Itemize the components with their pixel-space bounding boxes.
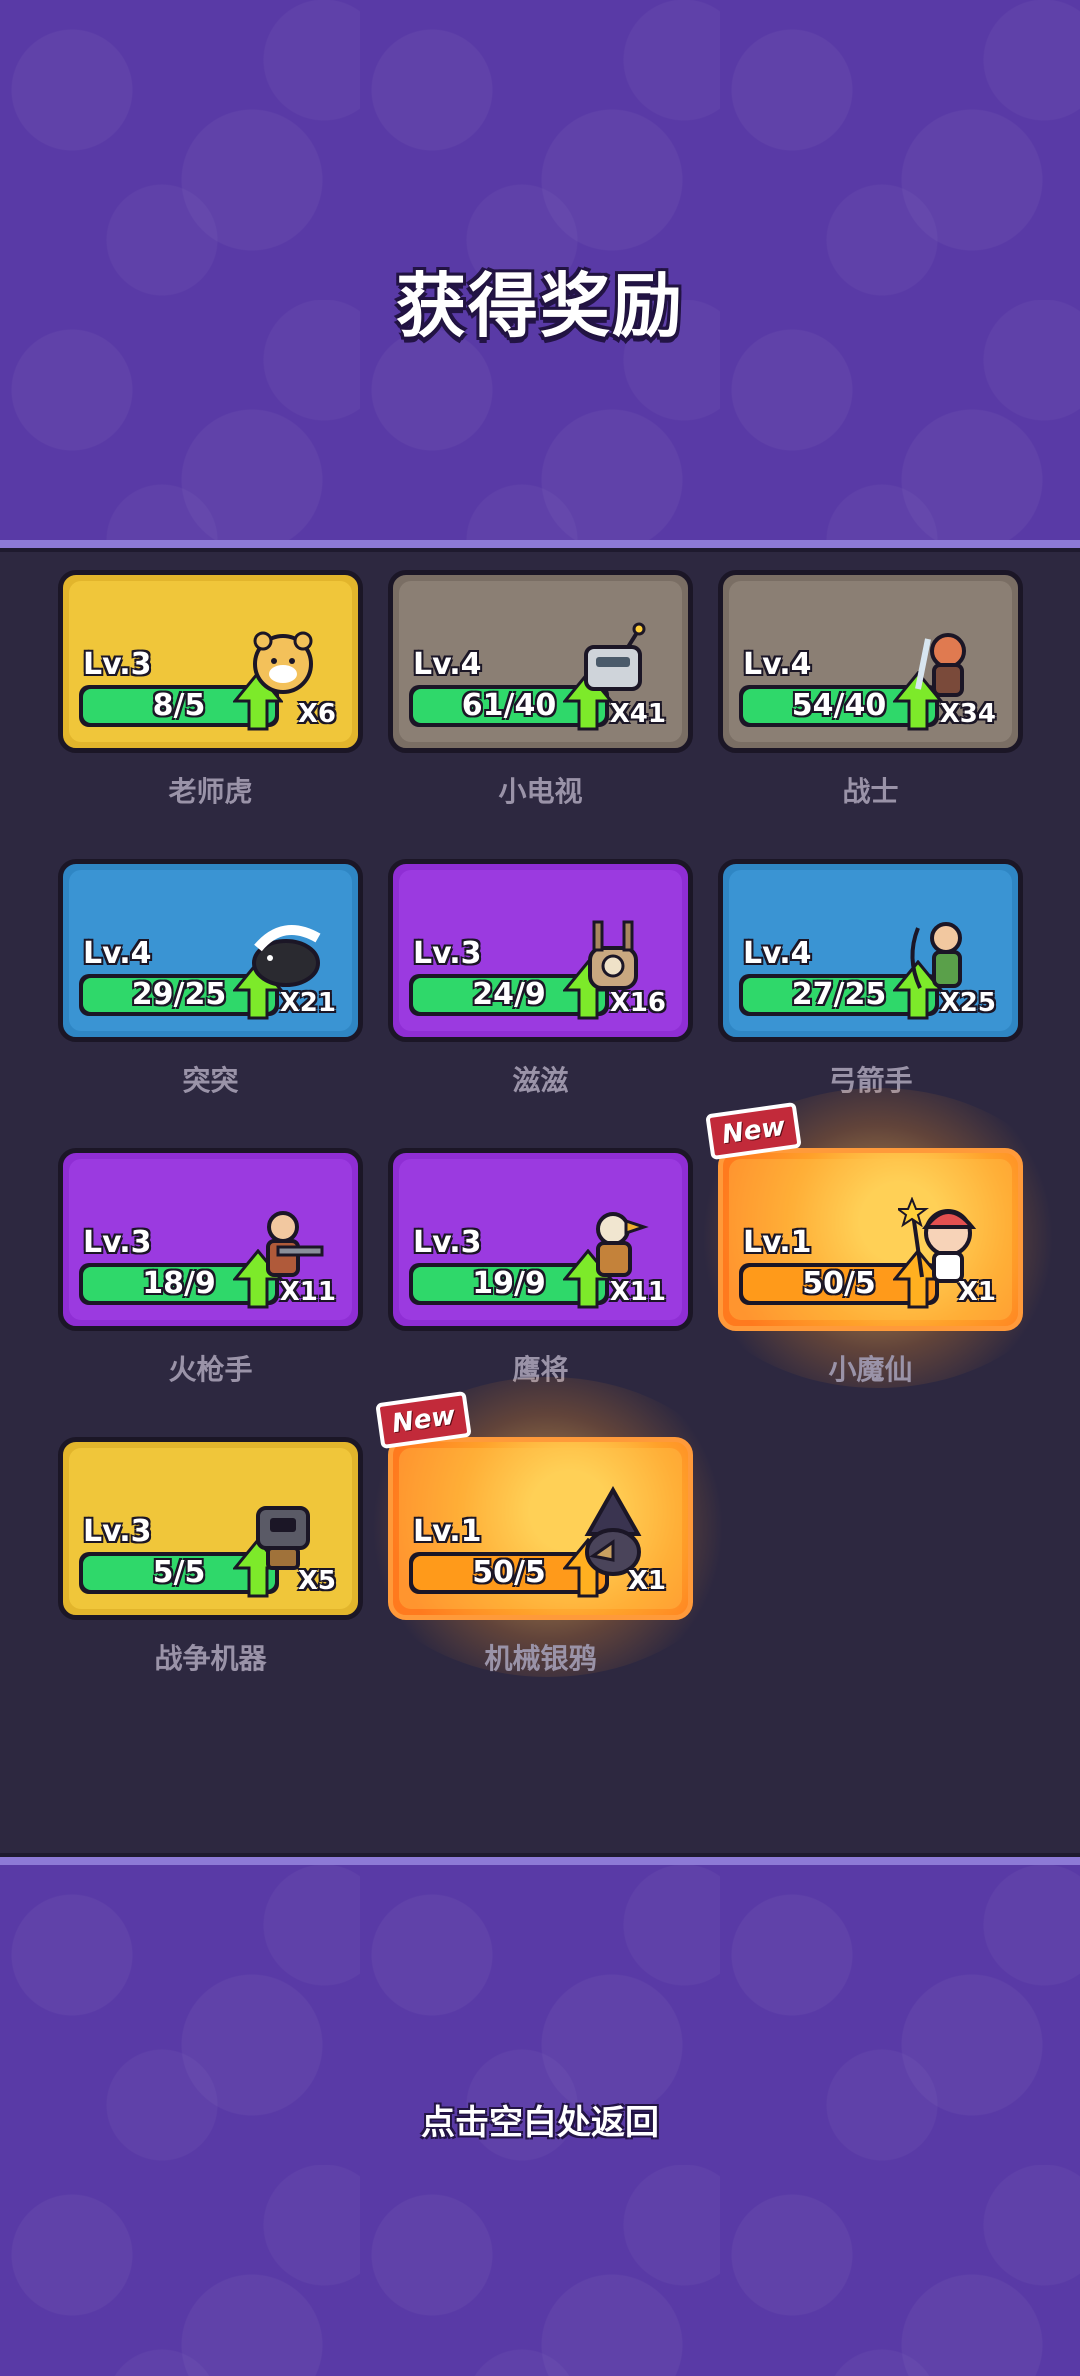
reward-card-frame: Lv.4 61/40 X41 xyxy=(388,570,693,753)
archer-icon xyxy=(910,922,962,989)
reward-card-frame: Lv.4 27/25 X25 xyxy=(718,859,1023,1042)
reward-card-frame: Lv.1 50/5 X1 xyxy=(718,1148,1023,1331)
reward-card-frame: Lv.3 8/5 X6 xyxy=(58,570,363,753)
card-count: X25 xyxy=(939,988,996,1018)
hero-name: 战士 xyxy=(842,775,899,808)
card-count: X1 xyxy=(627,1566,666,1596)
rewards-panel: Lv.3 8/5 X6 老师虎 Lv.4 61/40 X41 小电视 Lv.4 54/40 X34 战… xyxy=(0,540,1080,1865)
card-count: X6 xyxy=(297,699,336,729)
hero-name: 滋滋 xyxy=(512,1064,569,1097)
hero-name: 突突 xyxy=(182,1064,239,1097)
reward-card-frame: Lv.3 18/9 X11 xyxy=(58,1148,363,1331)
card-count: X21 xyxy=(279,988,336,1018)
hero-name: 小魔仙 xyxy=(828,1353,913,1386)
hero-level: Lv.4 xyxy=(743,647,812,682)
card-count: X1 xyxy=(957,1277,996,1307)
hero-name: 老师虎 xyxy=(168,775,253,808)
hero-level: Lv.4 xyxy=(743,936,812,971)
hero-name: 小电视 xyxy=(498,775,583,808)
reward-card-frame: Lv.4 29/25 X21 xyxy=(58,859,363,1042)
card-count: X16 xyxy=(609,988,666,1018)
tap-to-return-hint[interactable]: 点击空白处返回 xyxy=(0,2095,1080,2144)
eagle-general-icon xyxy=(596,1212,649,1277)
page-title: 获得奖励 xyxy=(396,265,684,347)
skunk-icon xyxy=(252,925,321,987)
hero-level: Lv.3 xyxy=(413,936,482,971)
reward-card-frame: Lv.1 50/5 X1 xyxy=(388,1437,693,1620)
warrior-icon xyxy=(915,633,966,697)
gunner-icon xyxy=(266,1211,324,1277)
card-count: X34 xyxy=(939,699,996,729)
reward-card-frame: Lv.4 54/40 X34 xyxy=(718,570,1023,753)
hero-level: Lv.3 xyxy=(83,1514,152,1549)
reward-card-frame: Lv.3 19/9 X11 xyxy=(388,1148,693,1331)
hero-level: Lv.3 xyxy=(83,1225,152,1260)
hero-level: Lv.3 xyxy=(83,647,152,682)
hero-name: 战争机器 xyxy=(154,1642,267,1675)
reward-card-frame: Lv.3 24/9 X16 xyxy=(388,859,693,1042)
reward-card-frame: Lv.3 5/5 X5 xyxy=(58,1437,363,1620)
hero-level: Lv.1 xyxy=(743,1225,812,1260)
mech-crow-icon xyxy=(584,1486,642,1576)
hero-name: 机械银鸦 xyxy=(484,1642,597,1675)
card-count: X11 xyxy=(609,1277,666,1307)
hero-name: 火枪手 xyxy=(168,1353,253,1386)
hero-level: Lv.4 xyxy=(83,936,152,971)
card-count: X11 xyxy=(279,1277,336,1307)
card-count: X41 xyxy=(609,699,666,729)
card-count: X5 xyxy=(297,1566,336,1596)
hero-level: Lv.4 xyxy=(413,647,482,682)
tiger-icon xyxy=(253,631,313,694)
fairy-icon xyxy=(898,1197,977,1283)
tesla-robot-icon xyxy=(588,920,638,990)
war-machine-icon xyxy=(256,1506,310,1570)
tv-robot-icon xyxy=(584,622,646,691)
hero-level: Lv.1 xyxy=(413,1514,482,1549)
hero-level: Lv.3 xyxy=(413,1225,482,1260)
